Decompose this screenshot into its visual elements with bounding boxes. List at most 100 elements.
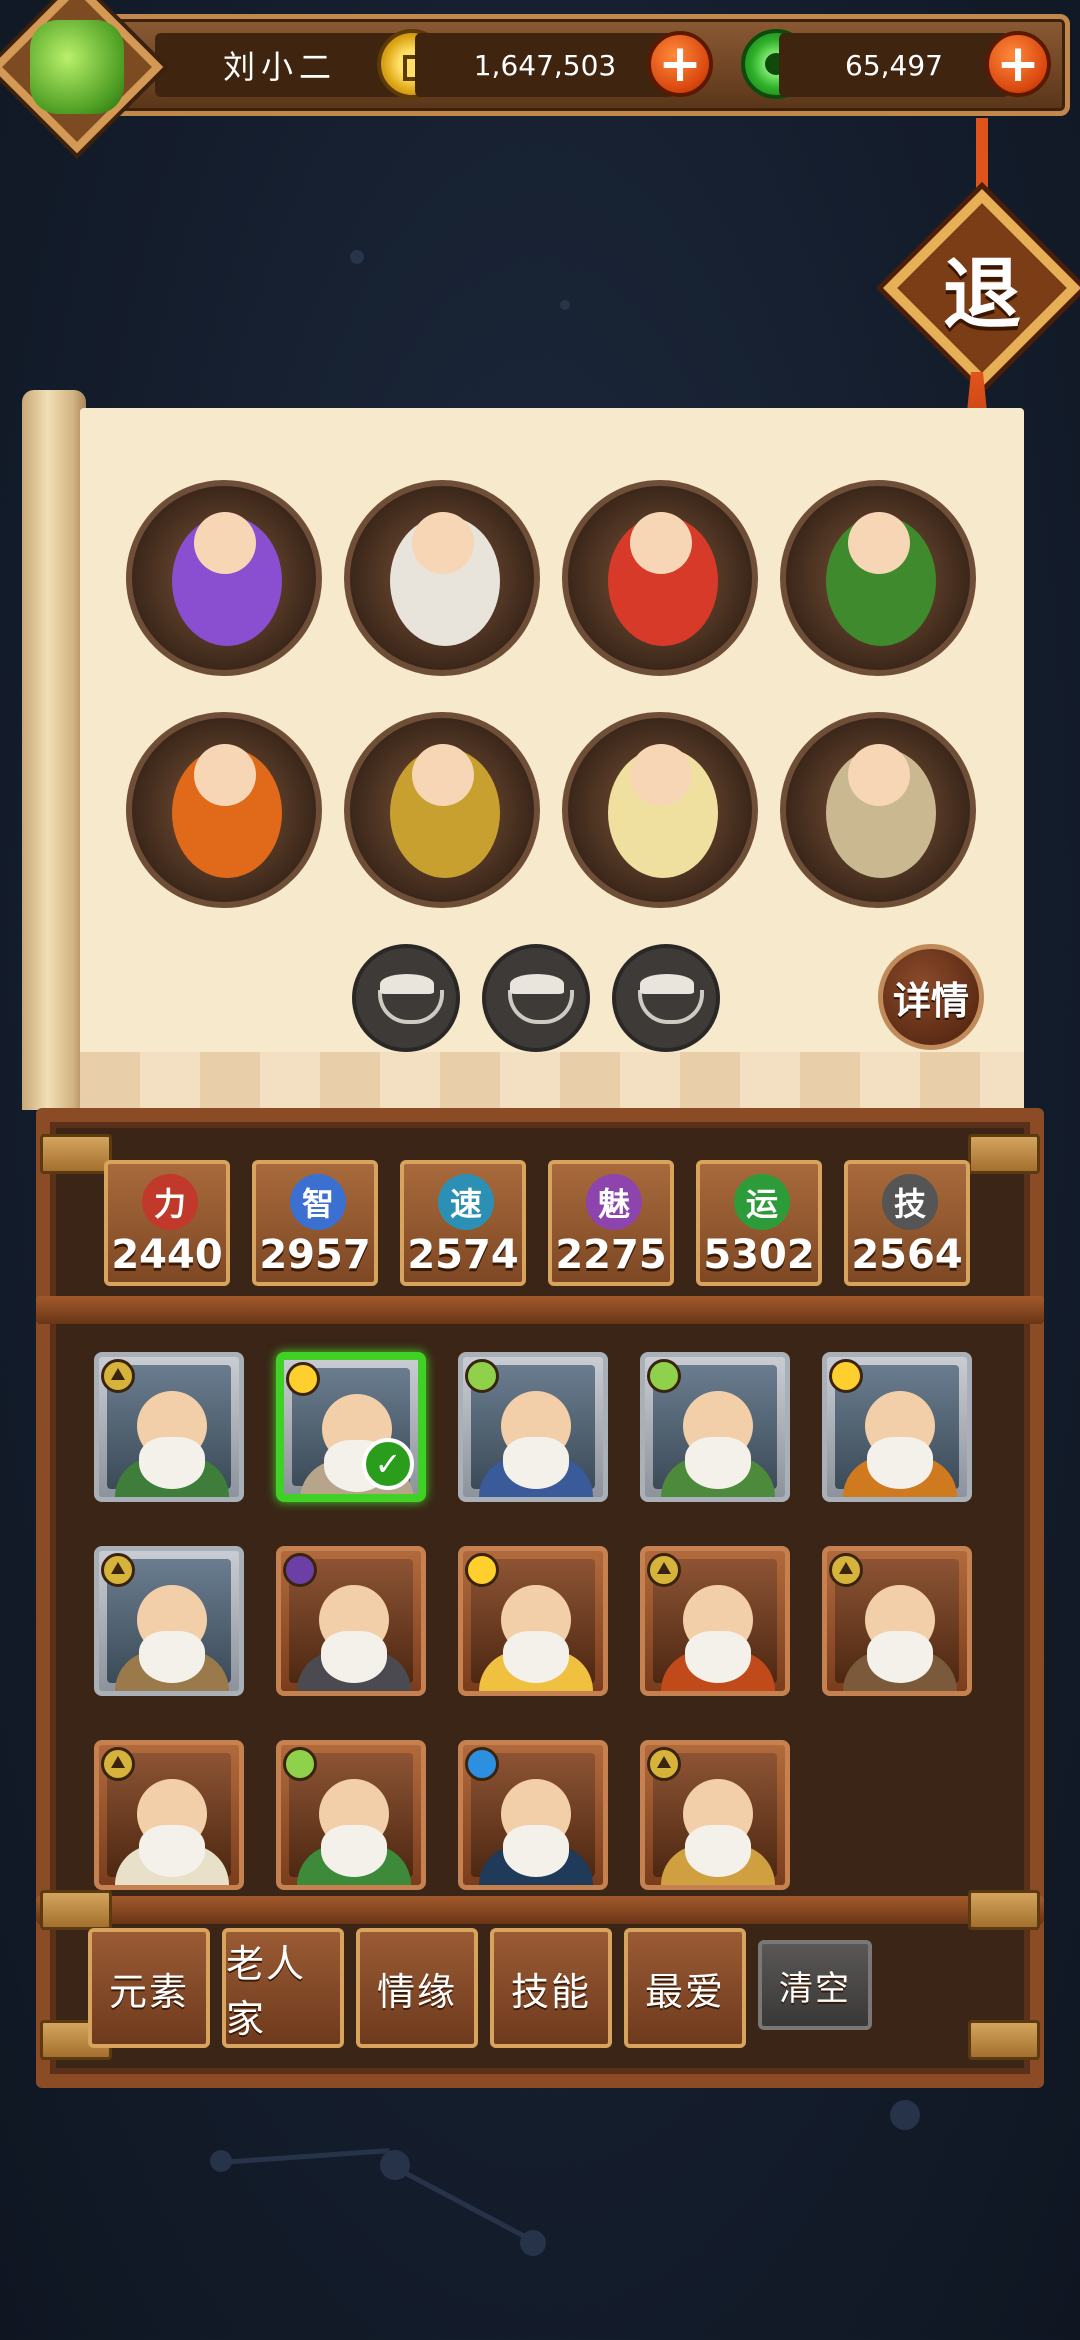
character-head xyxy=(630,744,692,806)
character-card[interactable] xyxy=(276,1740,426,1890)
character-beard xyxy=(503,1631,569,1683)
team-slot[interactable] xyxy=(344,712,540,908)
stat-glyph: 运 xyxy=(734,1174,790,1230)
sun-element-icon xyxy=(465,1553,499,1587)
stat-box: 速 2574 xyxy=(400,1160,526,1286)
bracket xyxy=(40,1890,112,1930)
leaf-element-icon xyxy=(283,1747,317,1781)
bracket xyxy=(40,1134,112,1174)
character-card[interactable] xyxy=(458,1352,608,1502)
character-beard xyxy=(321,1631,387,1683)
moon-element-icon xyxy=(283,1553,317,1587)
bracket xyxy=(968,1134,1040,1174)
earth-element-icon xyxy=(647,1747,681,1781)
clear-button[interactable]: 清空 xyxy=(758,1940,872,2030)
scroll-roll xyxy=(22,390,86,1110)
stat-glyph: 魅 xyxy=(586,1174,642,1230)
gold-amount: 1,647,503 xyxy=(415,33,675,97)
frog-avatar-icon xyxy=(29,20,124,114)
team-slot[interactable] xyxy=(562,712,758,908)
empty-slot-bowl-icon[interactable] xyxy=(482,944,590,1052)
earth-element-icon xyxy=(647,1553,681,1587)
star xyxy=(890,2100,920,2130)
character-head xyxy=(194,512,256,574)
character-card[interactable] xyxy=(94,1546,244,1696)
water-element-icon xyxy=(465,1747,499,1781)
shelf xyxy=(36,1296,1044,1324)
earth-element-icon xyxy=(829,1553,863,1587)
character-card[interactable] xyxy=(276,1546,426,1696)
stat-box: 智 2957 xyxy=(252,1160,378,1286)
team-slot[interactable] xyxy=(780,480,976,676)
sun-element-icon xyxy=(286,1362,320,1396)
filter-tab[interactable]: 元素 xyxy=(88,1928,210,2048)
stat-glyph: 技 xyxy=(882,1174,938,1230)
filter-tab[interactable]: 老人家 xyxy=(222,1928,344,2048)
sun-element-icon xyxy=(829,1359,863,1393)
stat-value: 2574 xyxy=(407,1232,519,1278)
earth-element-icon xyxy=(101,1747,135,1781)
character-beard xyxy=(321,1825,387,1877)
add-gold-button[interactable]: + xyxy=(647,31,713,97)
stat-box: 力 2440 xyxy=(104,1160,230,1286)
stat-glyph: 速 xyxy=(438,1174,494,1230)
character-head xyxy=(630,512,692,574)
character-card[interactable] xyxy=(458,1546,608,1696)
stat-glyph: 力 xyxy=(142,1174,198,1230)
stat-value: 2957 xyxy=(259,1232,371,1278)
leaf-element-icon xyxy=(465,1359,499,1393)
character-card[interactable] xyxy=(822,1546,972,1696)
empty-slot-bowl-icon[interactable] xyxy=(352,944,460,1052)
character-card[interactable] xyxy=(640,1352,790,1502)
filter-tab[interactable]: 技能 xyxy=(490,1928,612,2048)
stat-box: 运 5302 xyxy=(696,1160,822,1286)
filter-tab[interactable]: 情缘 xyxy=(356,1928,478,2048)
character-head xyxy=(848,744,910,806)
stat-value: 2275 xyxy=(555,1232,667,1278)
character-head xyxy=(194,744,256,806)
character-card[interactable] xyxy=(458,1740,608,1890)
character-beard xyxy=(685,1825,751,1877)
top-resource-bar: 刘小二 1,647,503 + 65,497 + xyxy=(60,14,1070,116)
team-slot[interactable] xyxy=(126,712,322,908)
earth-element-icon xyxy=(101,1359,135,1393)
character-beard xyxy=(139,1437,205,1489)
character-head xyxy=(412,744,474,806)
detail-button[interactable]: 详情 xyxy=(878,944,984,1050)
team-slot[interactable] xyxy=(344,480,540,676)
character-card[interactable] xyxy=(640,1546,790,1696)
selected-check-icon: ✓ xyxy=(362,1438,414,1490)
character-beard xyxy=(139,1631,205,1683)
character-card[interactable] xyxy=(640,1740,790,1890)
constellation-line xyxy=(393,2165,529,2241)
character-card[interactable]: ✓ xyxy=(276,1352,426,1502)
team-slot[interactable] xyxy=(126,480,322,676)
character-beard xyxy=(503,1437,569,1489)
team-slot[interactable] xyxy=(562,480,758,676)
character-beard xyxy=(867,1437,933,1489)
character-card[interactable] xyxy=(822,1352,972,1502)
character-head xyxy=(412,512,474,574)
exit-button[interactable]: 退 xyxy=(912,218,1052,358)
jade-amount: 65,497 xyxy=(779,33,1009,97)
team-slot[interactable] xyxy=(780,712,976,908)
bracket xyxy=(968,2020,1040,2060)
character-card[interactable] xyxy=(94,1740,244,1890)
character-card[interactable] xyxy=(94,1352,244,1502)
stat-box: 魅 2275 xyxy=(548,1160,674,1286)
character-beard xyxy=(685,1631,751,1683)
scroll-wave-border xyxy=(80,1052,1024,1110)
character-beard xyxy=(685,1437,751,1489)
stat-glyph: 智 xyxy=(290,1174,346,1230)
constellation-line xyxy=(219,2148,390,2165)
empty-slot-bowl-icon[interactable] xyxy=(612,944,720,1052)
character-beard xyxy=(139,1825,205,1877)
filter-tab[interactable]: 最爱 xyxy=(624,1928,746,2048)
stat-value: 2440 xyxy=(111,1232,223,1278)
star xyxy=(350,250,364,264)
stat-box: 技 2564 xyxy=(844,1160,970,1286)
add-jade-button[interactable]: + xyxy=(985,31,1051,97)
bracket xyxy=(968,1890,1040,1930)
character-head xyxy=(848,512,910,574)
stat-value: 2564 xyxy=(851,1232,963,1278)
